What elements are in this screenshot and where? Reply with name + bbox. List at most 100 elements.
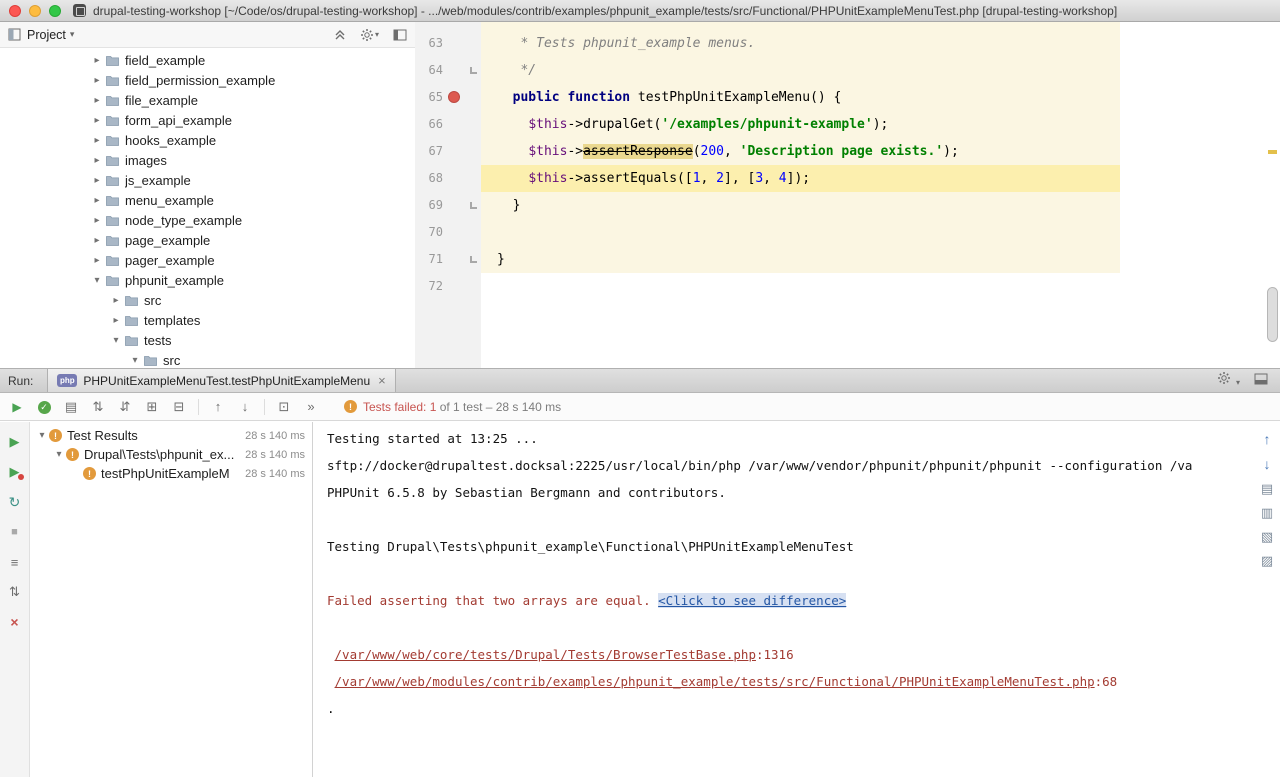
- project-tree-item[interactable]: ▸field_permission_example: [0, 70, 415, 90]
- hide-panel-icon[interactable]: [393, 29, 407, 41]
- chevron-double-right-icon[interactable]: »: [303, 400, 319, 413]
- import-test-results-button[interactable]: ⊡: [276, 400, 292, 413]
- code-line[interactable]: $this->assertEquals([1, 2], [3, 4]);: [481, 165, 1280, 192]
- console[interactable]: Testing started at 13:25 ...sftp://docke…: [314, 422, 1254, 777]
- warning-stripe-mark[interactable]: [1268, 150, 1277, 154]
- project-tree-item[interactable]: ▾src: [0, 350, 415, 368]
- code-line[interactable]: * Tests phpunit_example menus.: [481, 30, 1280, 57]
- chevron-right-icon[interactable]: ▸: [90, 55, 104, 66]
- fold-marker-icon[interactable]: [470, 256, 477, 263]
- console-text: Failed asserting that two arrays are equ…: [327, 593, 658, 608]
- rerun-button[interactable]: ▶: [7, 434, 23, 450]
- code-token: $this: [528, 117, 567, 132]
- close-run-panel-button[interactable]: ×: [7, 614, 23, 630]
- chevron-right-icon[interactable]: ▸: [90, 235, 104, 246]
- options-button[interactable]: ⇅: [7, 584, 23, 600]
- project-tree-item[interactable]: ▾phpunit_example: [0, 270, 415, 290]
- code-line[interactable]: $this->drupalGet('/examples/phpunit-exam…: [481, 111, 1280, 138]
- diff-link[interactable]: <Click to see difference>: [658, 593, 846, 608]
- failed-test-gutter-icon[interactable]: [448, 91, 460, 103]
- code-line[interactable]: }: [481, 246, 1280, 273]
- file-link[interactable]: /var/www/web/core/tests/Drupal/Tests/Bro…: [335, 647, 756, 662]
- chevron-down-icon[interactable]: ▾: [109, 335, 123, 346]
- test-tree-item[interactable]: ▾!Test Results28 s 140 ms: [30, 426, 312, 445]
- chevron-down-icon[interactable]: ▾: [52, 449, 66, 460]
- zoom-window-button[interactable]: [49, 5, 61, 17]
- project-tree-item[interactable]: ▸hooks_example: [0, 130, 415, 150]
- expand-all-button[interactable]: ⊞: [144, 400, 160, 413]
- editor[interactable]: 63646566676869707172 * Tests phpunit_exa…: [415, 22, 1280, 368]
- code-area[interactable]: * Tests phpunit_example menus. */ public…: [481, 22, 1280, 368]
- project-tree-item[interactable]: ▸form_api_example: [0, 110, 415, 130]
- next-failed-test-button[interactable]: ↓: [237, 400, 253, 413]
- project-tree-item[interactable]: ▸node_type_example: [0, 210, 415, 230]
- chevron-right-icon[interactable]: ▸: [90, 115, 104, 126]
- gear-icon[interactable]: ▾: [1217, 371, 1240, 390]
- file-link[interactable]: /var/www/web/modules/contrib/examples/ph…: [335, 674, 1095, 689]
- project-panel-title[interactable]: Project: [27, 28, 66, 42]
- sort-alphabetically-toggle[interactable]: ⇅: [90, 400, 106, 413]
- console-text: :68: [1095, 674, 1118, 689]
- chevron-right-icon[interactable]: ▸: [109, 295, 123, 306]
- code-line[interactable]: }: [481, 192, 1280, 219]
- hide-toolwindow-icon[interactable]: [1254, 372, 1268, 390]
- sort-by-duration-toggle[interactable]: ⇵: [117, 400, 133, 413]
- show-passed-toggle[interactable]: ✓: [36, 399, 52, 414]
- navigate-up-icon[interactable]: ↑: [1264, 432, 1271, 446]
- soft-wrap-icon[interactable]: ▤: [1261, 482, 1273, 495]
- test-tree-item[interactable]: ▾!Drupal\Tests\phpunit_ex...28 s 140 ms: [30, 445, 312, 464]
- test-tree-item[interactable]: !testPhpUnitExampleM28 s 140 ms: [30, 464, 312, 483]
- chevron-down-icon[interactable]: ▾: [35, 430, 49, 441]
- navigate-down-icon[interactable]: ↓: [1264, 457, 1271, 471]
- test-history-button[interactable]: ≡: [7, 554, 23, 570]
- export-results-icon[interactable]: ▥: [1261, 506, 1273, 519]
- project-tree-item[interactable]: ▸pager_example: [0, 250, 415, 270]
- chevron-right-icon[interactable]: ▸: [109, 315, 123, 326]
- chevron-right-icon[interactable]: ▸: [90, 175, 104, 186]
- code-line[interactable]: public function testPhpUnitExampleMenu()…: [481, 84, 1280, 111]
- project-tree-item[interactable]: ▸src: [0, 290, 415, 310]
- previous-failed-test-button[interactable]: ↑: [210, 400, 226, 413]
- project-tree-item[interactable]: ▸js_example: [0, 170, 415, 190]
- collapse-all-button[interactable]: ⊟: [171, 400, 187, 413]
- folder-icon: [123, 295, 139, 306]
- chevron-right-icon[interactable]: ▸: [90, 195, 104, 206]
- code-line[interactable]: [481, 273, 1280, 300]
- collapse-all-icon[interactable]: [334, 29, 346, 41]
- chevron-down-icon[interactable]: ▾: [90, 275, 104, 286]
- line-number: 64: [415, 57, 443, 84]
- chevron-right-icon[interactable]: ▸: [90, 75, 104, 86]
- project-tree-item[interactable]: ▸menu_example: [0, 190, 415, 210]
- chevron-right-icon[interactable]: ▸: [90, 255, 104, 266]
- fold-marker-icon[interactable]: [470, 202, 477, 209]
- rerun-failed-tests-button[interactable]: ▶: [7, 464, 23, 480]
- project-tree-item[interactable]: ▾tests: [0, 330, 415, 350]
- project-tree-item[interactable]: ▸page_example: [0, 230, 415, 250]
- rerun-tests-button[interactable]: ▶: [9, 401, 25, 413]
- project-tree-item[interactable]: ▸images: [0, 150, 415, 170]
- chevron-down-icon[interactable]: ▾: [128, 355, 142, 366]
- project-tree-item[interactable]: ▸file_example: [0, 90, 415, 110]
- minimize-window-button[interactable]: [29, 5, 41, 17]
- code-line[interactable]: $this->assertResponse(200, 'Description …: [481, 138, 1280, 165]
- chevron-right-icon[interactable]: ▸: [90, 95, 104, 106]
- project-tree-item[interactable]: ▸field_example: [0, 50, 415, 70]
- toggle-auto-test-button[interactable]: ↻: [7, 494, 23, 510]
- close-window-button[interactable]: [9, 5, 21, 17]
- clear-console-icon[interactable]: ▨: [1261, 554, 1273, 567]
- chevron-right-icon[interactable]: ▸: [90, 215, 104, 226]
- chevron-right-icon[interactable]: ▸: [90, 155, 104, 166]
- code-line[interactable]: [481, 219, 1280, 246]
- stop-button[interactable]: ■: [7, 524, 23, 540]
- chevron-right-icon[interactable]: ▸: [90, 135, 104, 146]
- editor-scrollbar[interactable]: [1267, 287, 1278, 342]
- gear-icon[interactable]: ▾: [360, 28, 379, 42]
- project-tree-item[interactable]: ▸templates: [0, 310, 415, 330]
- run-tab[interactable]: php PHPUnitExampleMenuTest.testPhpUnitEx…: [47, 369, 395, 392]
- print-icon[interactable]: ▧: [1261, 530, 1273, 543]
- fold-marker-icon[interactable]: [470, 67, 477, 74]
- code-line[interactable]: */: [481, 57, 1280, 84]
- show-test-console-toggle[interactable]: ▤: [63, 400, 79, 413]
- close-tab-icon[interactable]: ×: [378, 374, 386, 387]
- code-token: ->assertEquals([: [567, 171, 692, 186]
